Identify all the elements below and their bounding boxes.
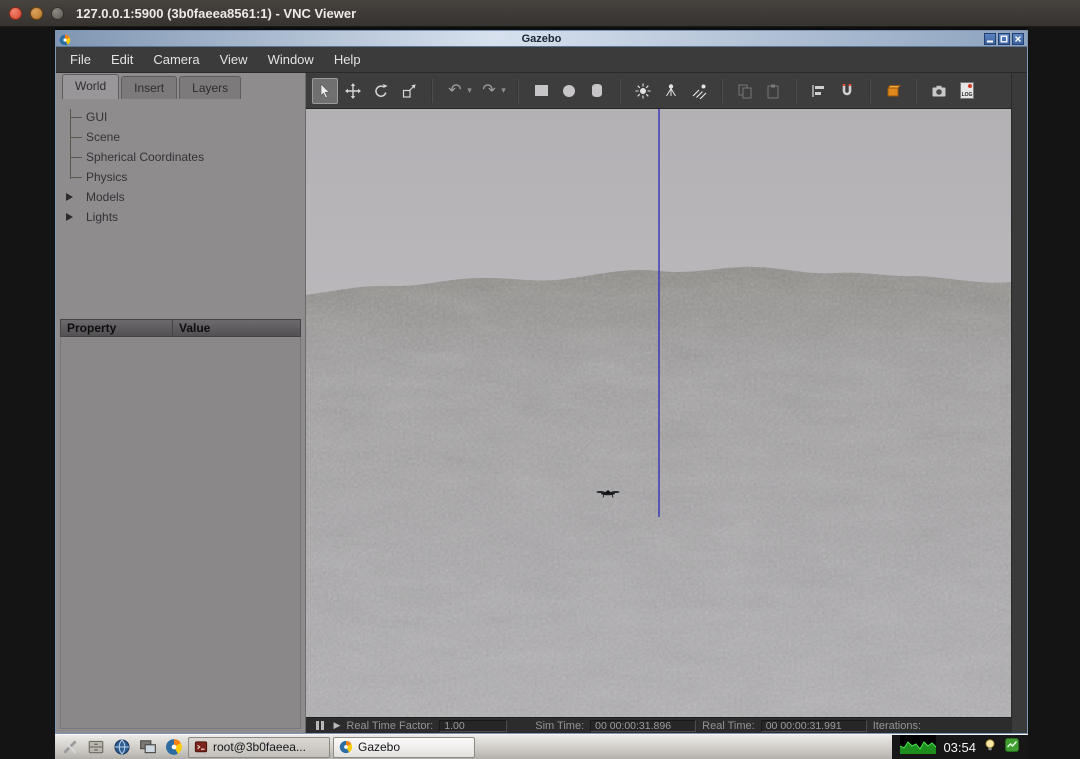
real-time-factor-value[interactable]: 1.00 [439, 720, 507, 732]
value-column-header[interactable]: Value [173, 321, 210, 335]
remote-desktop: Gazebo File Edit Camera View Window Help [55, 27, 1028, 759]
tree-item-scene[interactable]: Scene [56, 127, 305, 147]
screen: 127.0.0.1:5900 (3b0faeea8561:1) - VNC Vi… [0, 0, 1080, 759]
tab-layers[interactable]: Layers [179, 76, 241, 99]
file-manager-icon[interactable] [84, 737, 107, 758]
toolbar-separator [869, 79, 871, 103]
tree-item-spherical-coordinates[interactable]: Spherical Coordinates [56, 147, 305, 167]
insert-box-button[interactable] [528, 78, 554, 104]
world-tree: GUI Scene Spherical Coordinates Physics … [56, 107, 305, 227]
taskbar: root@3b0faeea... Gazebo 03:54 [55, 734, 1028, 759]
screensaver-icon[interactable] [983, 738, 997, 757]
toolbar-separator [619, 79, 621, 103]
log-icon: LOG [960, 82, 974, 99]
taskbar-clock[interactable]: 03:54 [943, 740, 976, 755]
pause-button[interactable] [316, 721, 324, 730]
sim-time-label: Sim Time: [535, 720, 584, 732]
menu-view[interactable]: View [210, 48, 258, 71]
toolbar-separator [721, 79, 723, 103]
rotate-tool-button[interactable] [368, 78, 394, 104]
log-record-button[interactable]: LOG [954, 78, 980, 104]
paste-button[interactable] [760, 78, 786, 104]
vnc-close-button[interactable] [9, 7, 22, 20]
cylinder-icon [592, 84, 602, 97]
directional-light-button[interactable] [686, 78, 712, 104]
snap-magnet-button[interactable] [834, 78, 860, 104]
web-browser-icon[interactable] [110, 737, 133, 758]
copy-button[interactable] [732, 78, 758, 104]
menubar: File Edit Camera View Window Help [56, 47, 1027, 73]
property-table-header: Property Value [60, 319, 301, 337]
property-column-header[interactable]: Property [61, 320, 173, 336]
insert-cylinder-button[interactable] [584, 78, 610, 104]
sphere-icon [563, 85, 575, 97]
menu-window[interactable]: Window [258, 48, 324, 71]
menu-file[interactable]: File [60, 48, 101, 71]
building-editor-button[interactable] [880, 78, 906, 104]
gazebo-logo-icon [59, 33, 71, 45]
taskbar-window-terminal[interactable]: root@3b0faeea... [188, 737, 330, 758]
sidebar-tabs: World Insert Layers [56, 73, 305, 99]
desktop-switcher-icon[interactable] [136, 737, 159, 758]
toolbar-separator [517, 79, 519, 103]
menu-help[interactable]: Help [324, 48, 371, 71]
sidebar-panel: World Insert Layers GUI Scene Spherical … [56, 73, 306, 733]
gazebo-icon [339, 740, 353, 754]
toolbar-separator [795, 79, 797, 103]
menu-camera[interactable]: Camera [143, 48, 209, 71]
toolbar-separator [915, 79, 917, 103]
toolbar-separator [431, 79, 433, 103]
property-table-body[interactable] [60, 337, 301, 729]
align-button[interactable] [806, 78, 832, 104]
scale-tool-button[interactable] [396, 78, 422, 104]
gazebo-launcher-icon[interactable] [162, 737, 185, 758]
right-panel-splitter[interactable] [1011, 73, 1027, 733]
screenshot-camera-button[interactable] [926, 78, 952, 104]
gazebo-window-title: Gazebo [56, 33, 1027, 45]
vnc-titlebar[interactable]: 127.0.0.1:5900 (3b0faeea8561:1) - VNC Vi… [0, 0, 1080, 27]
toolbar: ↶ ▾ ↷ ▾ [306, 73, 1011, 109]
real-time-factor-label: Real Time Factor: [346, 720, 433, 732]
real-time-value[interactable]: 00 00:00:31.991 [761, 720, 867, 732]
tree-item-gui[interactable]: GUI [56, 107, 305, 127]
system-tray: 03:54 [892, 735, 1028, 759]
point-light-button[interactable] [630, 78, 656, 104]
tab-world[interactable]: World [62, 74, 119, 99]
terminal-icon [194, 740, 208, 754]
tree-item-lights[interactable]: Lights [56, 207, 305, 227]
tree-item-models[interactable]: Models [56, 187, 305, 207]
undo-dropdown-caret[interactable]: ▾ [465, 85, 474, 96]
system-monitor-icon[interactable] [1004, 737, 1020, 758]
window-minimize-button[interactable] [984, 33, 996, 45]
select-tool-button[interactable] [312, 78, 338, 104]
vnc-window-title: 127.0.0.1:5900 (3b0faeea8561:1) - VNC Vi… [76, 6, 356, 21]
menu-edit[interactable]: Edit [101, 48, 143, 71]
tree-item-physics[interactable]: Physics [56, 167, 305, 187]
window-maximize-button[interactable] [998, 33, 1010, 45]
cpu-graph[interactable] [900, 735, 936, 759]
window-close-button[interactable] [1012, 33, 1024, 45]
3d-viewport[interactable] [306, 109, 1011, 717]
tab-insert[interactable]: Insert [121, 76, 177, 99]
sim-time-value[interactable]: 00 00:00:31.896 [590, 720, 696, 732]
spot-light-button[interactable] [658, 78, 684, 104]
iterations-label: Iterations: [873, 720, 921, 732]
gazebo-window: Gazebo File Edit Camera View Window Help [55, 30, 1028, 734]
box-icon [535, 85, 548, 96]
simulation-statusbar: ▶ Real Time Factor: 1.00 Sim Time: 00 00… [306, 717, 1011, 733]
real-time-label: Real Time: [702, 720, 755, 732]
redo-dropdown-caret[interactable]: ▾ [499, 85, 508, 96]
tools-icon[interactable] [58, 737, 81, 758]
vnc-minimize-button[interactable] [30, 7, 43, 20]
vnc-maximize-button[interactable] [51, 7, 64, 20]
gazebo-titlebar[interactable]: Gazebo [56, 31, 1027, 47]
translate-tool-button[interactable] [340, 78, 366, 104]
taskbar-window-gazebo[interactable]: Gazebo [333, 737, 475, 758]
insert-sphere-button[interactable] [556, 78, 582, 104]
step-button[interactable]: ▶ [334, 720, 341, 731]
